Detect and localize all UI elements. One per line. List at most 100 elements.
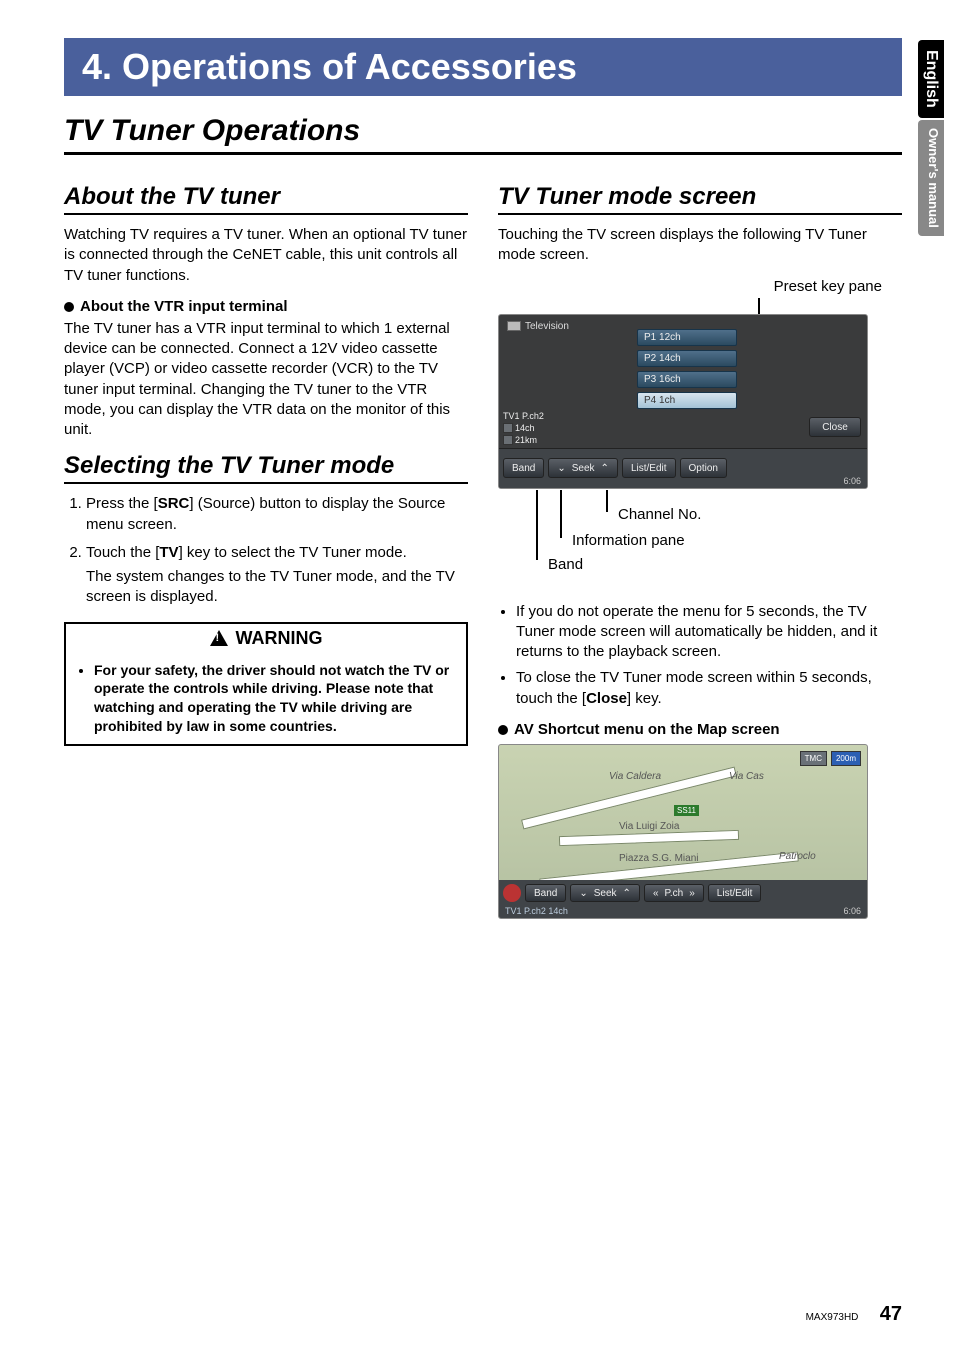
list-edit-button[interactable]: List/Edit <box>622 458 676 478</box>
scale-chip: 200m <box>831 751 861 766</box>
close-button[interactable]: Close <box>809 417 861 437</box>
vtr-paragraph: The TV tuner has a VTR input terminal to… <box>64 319 468 441</box>
annot-band: Band <box>548 556 583 573</box>
step-2-post: ] key to select the TV Tuner mode. <box>179 544 407 561</box>
pch-prev-icon: « <box>653 885 659 901</box>
map-label-cas: Via Cas <box>729 771 764 782</box>
band-button[interactable]: Band <box>503 458 544 478</box>
map-top-chips: TMC 200m <box>800 751 861 766</box>
note-2: To close the TV Tuner mode screen within… <box>516 668 902 709</box>
chapter-heading: 4. Operations of Accessories <box>64 38 902 96</box>
tmc-chip: TMC <box>800 751 827 766</box>
side-tab-language: English <box>918 40 944 118</box>
preset-p4[interactable]: P4 1ch <box>637 392 737 409</box>
map-bottom-bar: Band ⌄ Seek ⌃ « P.ch » List/Edit TV1 P.c… <box>499 880 867 918</box>
warning-box: WARNING For your safety, the driver shou… <box>64 622 468 747</box>
map-clock-time: 6:06 <box>843 906 861 916</box>
warning-text: For your safety, the driver should not w… <box>94 661 454 737</box>
bullet-dot-icon <box>64 302 74 312</box>
side-tabs: English Owner's manual <box>918 40 944 236</box>
annot-preset: Preset key pane <box>774 278 882 295</box>
info-icon-2 <box>503 435 513 445</box>
warning-triangle-icon <box>210 630 228 646</box>
pch-next-icon: » <box>689 885 695 901</box>
option-button[interactable]: Option <box>680 458 727 478</box>
page-title: TV Tuner Operations <box>64 114 902 155</box>
map-label-patroclo: Patroclo <box>779 851 816 862</box>
subhead-av-text: AV Shortcut menu on the Map screen <box>514 721 780 738</box>
map-list-edit-button[interactable]: List/Edit <box>708 884 762 902</box>
info-icon-1 <box>503 423 513 433</box>
step-1: Press the [SRC] (Source) button to displ… <box>86 494 468 535</box>
annot-line-info <box>560 490 562 538</box>
tv-icon <box>507 321 521 331</box>
step-2-pre: Touch the [ <box>86 544 159 561</box>
note-2-pre: To close the TV Tuner mode screen within… <box>516 669 872 706</box>
step-1-key: SRC <box>158 495 190 512</box>
map-screenshot: TMC 200m Via Caldera Via Cas Via Luigi Z… <box>498 744 868 919</box>
map-route-badge: SS11 <box>674 805 699 816</box>
subhead-vtr-text: About the VTR input terminal <box>80 298 288 315</box>
info-line2: 14ch <box>515 423 535 434</box>
map-pch-button[interactable]: « P.ch » <box>644 884 704 902</box>
annot-line-preset <box>758 298 760 316</box>
seek-label: Seek <box>572 459 595 478</box>
annot-line-band <box>536 490 538 560</box>
tv-mode-screenshot: Television P1 12ch P2 14ch P3 16ch P4 1c… <box>498 314 868 489</box>
screen-title-area: Television <box>507 321 569 332</box>
right-column: TV Tuner mode screen Touching the TV scr… <box>498 183 902 919</box>
seek-button[interactable]: ⌄ Seek ⌃ <box>548 458 618 478</box>
preset-list: P1 12ch P2 14ch P3 16ch P4 1ch <box>637 329 737 413</box>
info-line1: TV1 P.ch2 <box>503 411 563 422</box>
step-2-key: TV <box>159 544 178 561</box>
warning-header: WARNING <box>66 624 466 653</box>
map-label-piazza: Piazza S.G. Miani <box>619 853 698 864</box>
screenshot-1-wrap: Preset key pane Television P1 12ch P2 14… <box>498 278 902 588</box>
step-2-note: The system changes to the TV Tuner mode,… <box>86 567 468 608</box>
seek-down-icon: ⌄ <box>579 885 587 901</box>
map-seek-label: Seek <box>594 885 617 901</box>
section-about-tv-tuner: About the TV tuner <box>64 183 468 215</box>
annot-info: Information pane <box>572 532 685 549</box>
footer-page-number: 47 <box>880 1303 902 1325</box>
step-2: Touch the [TV] key to select the TV Tune… <box>86 543 468 608</box>
content-columns: About the TV tuner Watching TV requires … <box>64 183 902 919</box>
footer-model: MAX973HD <box>806 1312 859 1323</box>
seek-up-icon: ⌃ <box>601 459 609 478</box>
preset-p3[interactable]: P3 16ch <box>637 371 737 388</box>
clock-time: 6:06 <box>843 476 861 486</box>
seek-up-icon: ⌃ <box>623 885 631 901</box>
preset-p2[interactable]: P2 14ch <box>637 350 737 367</box>
bottom-bar: Band ⌄ Seek ⌃ List/Edit Option 6:06 <box>499 448 867 488</box>
seek-down-icon: ⌄ <box>557 459 565 478</box>
note-1: If you do not operate the menu for 5 sec… <box>516 602 902 663</box>
side-tab-section: Owner's manual <box>918 120 944 236</box>
info-dist: 21km <box>515 435 537 446</box>
preset-p1[interactable]: P1 12ch <box>637 329 737 346</box>
note-2-key: Close <box>586 690 627 707</box>
av-toggle-icon[interactable] <box>503 884 521 902</box>
map-seek-button[interactable]: ⌄ Seek ⌃ <box>570 884 640 902</box>
warning-body: For your safety, the driver should not w… <box>66 653 466 745</box>
map-label-luigi: Via Luigi Zoia <box>619 821 679 832</box>
page-footer: MAX973HD 47 <box>0 1303 902 1326</box>
annot-channel: Channel No. <box>618 506 701 523</box>
bullet-dot-icon <box>498 725 508 735</box>
subhead-av-shortcut: AV Shortcut menu on the Map screen <box>498 721 902 738</box>
map-pch-label: P.ch <box>665 885 684 901</box>
manual-page: English Owner's manual 4. Operations of … <box>0 0 954 1352</box>
step-1-pre: Press the [ <box>86 495 158 512</box>
subhead-vtr: About the VTR input terminal <box>64 298 468 315</box>
map-label-caldera: Via Caldera <box>609 771 661 782</box>
map-band-button[interactable]: Band <box>525 884 566 902</box>
info-pane: TV1 P.ch2 14ch 21km <box>499 409 567 447</box>
section-selecting-mode: Selecting the TV Tuner mode <box>64 452 468 484</box>
left-column: About the TV tuner Watching TV requires … <box>64 183 468 919</box>
section-mode-screen: TV Tuner mode screen <box>498 183 902 215</box>
mode-paragraph: Touching the TV screen displays the foll… <box>498 225 902 266</box>
about-paragraph: Watching TV requires a TV tuner. When an… <box>64 225 468 286</box>
note-2-post: ] key. <box>627 690 662 707</box>
screen-title: Television <box>525 321 569 332</box>
notes-list: If you do not operate the menu for 5 sec… <box>498 602 902 709</box>
annot-line-channel <box>606 490 608 512</box>
